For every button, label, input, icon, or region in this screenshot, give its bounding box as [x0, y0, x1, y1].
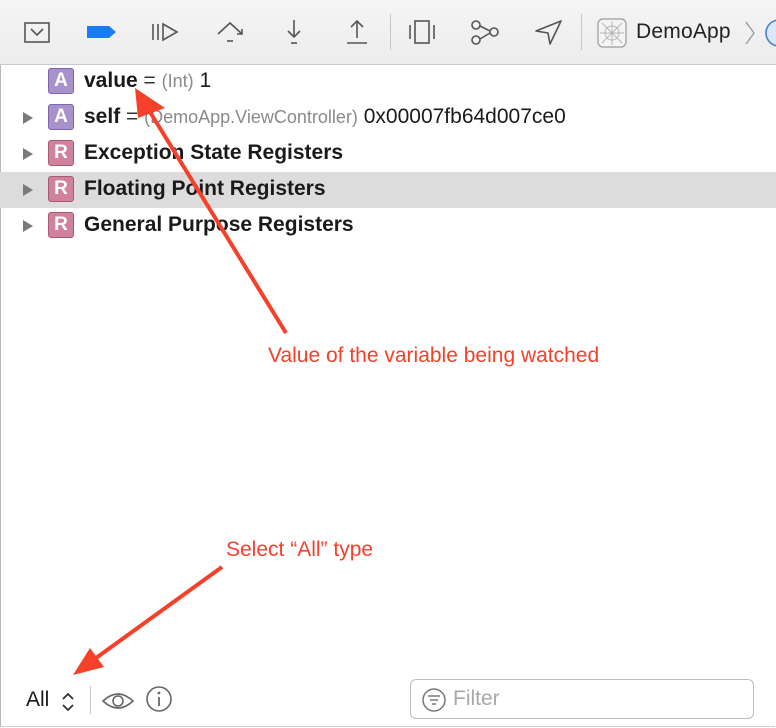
- register-badge-icon: R: [48, 176, 74, 202]
- register-row[interactable]: R Floating Point Registers: [0, 172, 776, 208]
- variable-value: 0x00007fb64d007ce0: [363, 105, 566, 128]
- breakpoints-toggle-button[interactable]: [84, 14, 120, 50]
- register-label: Floating Point Registers: [84, 177, 326, 200]
- disclosure-triangle-icon[interactable]: [22, 183, 34, 197]
- updown-chevron-icon[interactable]: [60, 689, 76, 715]
- step-into-button[interactable]: [276, 14, 312, 50]
- variables-list: A value = (Int) 1 A self = (DemoApp.View…: [0, 64, 776, 244]
- variable-value: 1: [199, 69, 212, 92]
- variable-row-self[interactable]: A self = (DemoApp.ViewController) 0x0000…: [0, 100, 776, 136]
- argument-badge-icon: A: [48, 68, 74, 94]
- register-badge-icon: R: [48, 140, 74, 166]
- register-label: General Purpose Registers: [84, 213, 354, 236]
- annotation-select-all: Select “All” type: [226, 538, 374, 561]
- step-out-button[interactable]: [339, 14, 375, 50]
- equals-sign: =: [143, 69, 156, 92]
- breakpoint-icon: [87, 26, 116, 38]
- register-row[interactable]: R Exception State Registers: [0, 136, 776, 172]
- filter-icon: [422, 688, 446, 712]
- eye-icon[interactable]: [100, 686, 136, 716]
- variable-type: (Int): [161, 71, 194, 91]
- register-badge-icon: R: [48, 212, 74, 238]
- scheme-label[interactable]: DemoApp: [636, 20, 731, 44]
- location-icon: [535, 20, 562, 45]
- variable-name: self: [84, 105, 121, 128]
- app-scheme-icon[interactable]: [596, 17, 628, 49]
- device-icon[interactable]: [764, 18, 776, 48]
- register-label: Exception State Registers: [84, 141, 344, 164]
- step-out-icon: [347, 19, 367, 44]
- disclosure-triangle-icon[interactable]: [22, 219, 34, 233]
- footer-separator: [90, 686, 91, 714]
- debug-view-hierarchy-button[interactable]: [404, 14, 440, 50]
- debug-memory-graph-button[interactable]: [467, 14, 503, 50]
- variable-name: value: [84, 69, 138, 92]
- argument-badge-icon: A: [48, 104, 74, 130]
- filter-input[interactable]: [453, 685, 743, 713]
- disclosure-triangle-icon[interactable]: [22, 147, 34, 161]
- panel-toggle-icon: [24, 22, 50, 43]
- annotation-watched-value: Value of the variable being watched: [268, 344, 600, 367]
- step-over-button[interactable]: [212, 14, 248, 50]
- variable-type: (DemoApp.ViewController): [144, 107, 358, 127]
- chevron-right-icon: [745, 21, 755, 45]
- info-icon[interactable]: [145, 685, 173, 713]
- variable-row-value[interactable]: A value = (Int) 1: [0, 64, 776, 100]
- equals-sign: =: [126, 105, 139, 128]
- step-over-icon: [217, 21, 243, 42]
- register-row[interactable]: R General Purpose Registers: [0, 208, 776, 244]
- continue-button[interactable]: [146, 14, 182, 50]
- toolbar-separator: [581, 14, 582, 50]
- hide-debug-area-button[interactable]: [19, 14, 55, 50]
- view-hierarchy-icon: [409, 20, 435, 44]
- variable-scope-select[interactable]: All: [26, 688, 49, 712]
- debug-footer: All: [0, 672, 776, 728]
- memory-graph-icon: [471, 20, 499, 45]
- debug-toolbar: DemoApp: [0, 0, 776, 65]
- filter-field[interactable]: [410, 679, 754, 719]
- continue-icon: [152, 22, 179, 42]
- toolbar-separator: [390, 14, 391, 50]
- simulate-location-button[interactable]: [530, 14, 566, 50]
- disclosure-triangle-icon[interactable]: [22, 111, 34, 125]
- step-into-icon: [287, 20, 301, 44]
